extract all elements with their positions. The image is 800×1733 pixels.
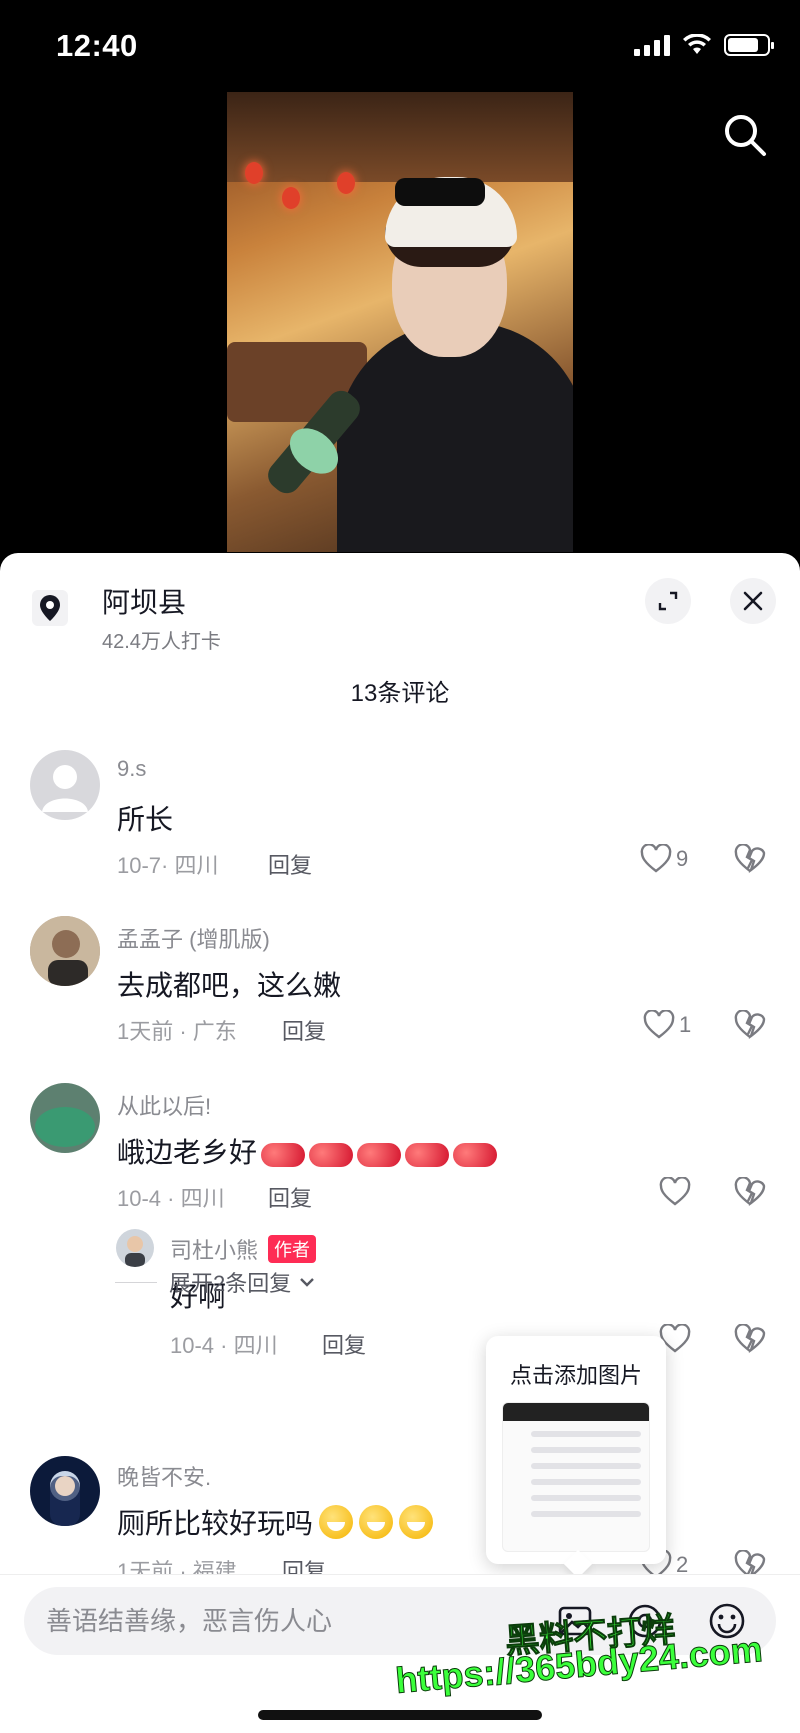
reply-button[interactable]: 回复 (268, 1181, 312, 1213)
comment-meta: 10-4 · 四川 (117, 1186, 225, 1211)
wifi-icon (683, 34, 711, 54)
comment-username[interactable]: 晚皆不安. (117, 1460, 211, 1492)
comment-meta: 10-7· 四川 (117, 853, 219, 878)
popup-preview-thumbnail (502, 1402, 650, 1552)
comment-username[interactable]: 9.s (117, 756, 146, 782)
thumbnail-row (531, 1511, 641, 1517)
reply-button[interactable]: 回复 (268, 848, 312, 880)
location-title[interactable]: 阿坝县 (102, 581, 186, 621)
video-ceiling (227, 92, 573, 182)
close-icon (743, 591, 763, 611)
like-button[interactable]: 1 (643, 1010, 691, 1040)
laughing-emoji-icon (359, 1505, 394, 1539)
status-icons (634, 34, 774, 56)
like-button[interactable] (659, 1177, 691, 1207)
comment-username[interactable]: 从此以后! (117, 1089, 211, 1121)
dislike-icon[interactable] (734, 1010, 766, 1040)
comment-input[interactable] (46, 1587, 526, 1655)
dislike-icon[interactable] (734, 1324, 766, 1354)
comment-text-content: 峨边老乡好 (117, 1137, 258, 1168)
emoji-666-icon (453, 1142, 498, 1167)
avatar[interactable] (30, 916, 100, 986)
reply-button[interactable]: 回复 (282, 1014, 326, 1046)
avatar[interactable] (30, 1083, 100, 1153)
avatar[interactable] (116, 1229, 154, 1267)
video-person-glasses (395, 178, 485, 206)
home-indicator[interactable] (258, 1710, 542, 1720)
signal-icon (634, 34, 670, 56)
laughing-emoji-icon (319, 1505, 354, 1539)
location-pin-icon (32, 590, 68, 626)
close-button[interactable] (730, 578, 776, 624)
thumbnail-row (531, 1447, 641, 1453)
heart-icon (643, 1010, 675, 1039)
thumbnail-row (531, 1431, 641, 1437)
emoji-icon[interactable] (708, 1602, 746, 1640)
expand-replies-button[interactable]: 展开2条回复 (115, 1266, 317, 1298)
comment-count: 13条评论 (350, 680, 450, 707)
expand-replies-label: 展开2条回复 (169, 1271, 292, 1296)
thumbnail-video-strip (503, 1403, 649, 1421)
comment-text: 所长 (117, 804, 174, 835)
add-image-popup[interactable]: 点击添加图片 (486, 1336, 666, 1564)
like-count: 9 (676, 846, 689, 871)
like-count: 1 (679, 1012, 692, 1037)
battery-icon (724, 34, 774, 56)
video-player[interactable] (227, 92, 573, 552)
heart-icon (640, 844, 672, 873)
like-button[interactable]: 9 (640, 844, 688, 874)
popup-title: 点击添加图片 (509, 1363, 642, 1388)
emoji-666-icon (261, 1142, 306, 1167)
reply-username-text: 司杜小熊 (170, 1238, 259, 1263)
thumbnail-row (531, 1495, 641, 1501)
emoji-666-icon (309, 1142, 354, 1167)
comment-text: 去成都吧，这么嫩 (117, 970, 342, 1001)
comment-input-wrapper (24, 1587, 776, 1655)
comment-text-content: 厕所比较好玩吗 (117, 1508, 314, 1539)
search-icon[interactable] (720, 110, 770, 160)
reply-meta: 10-4 · 四川 (170, 1333, 278, 1358)
expand-button[interactable] (645, 578, 691, 624)
status-bar: 12:40 (0, 0, 800, 95)
author-badge: 作者 (268, 1235, 317, 1263)
reply-username[interactable]: 司杜小熊 作者 (170, 1233, 317, 1265)
avatar[interactable] (30, 750, 100, 820)
image-icon[interactable] (556, 1602, 594, 1640)
reply-button[interactable]: 回复 (322, 1328, 366, 1360)
lantern (245, 162, 263, 184)
lantern (337, 172, 355, 194)
emoji-666-icon (357, 1142, 402, 1167)
mention-icon[interactable] (626, 1602, 664, 1640)
dislike-icon[interactable] (734, 1177, 766, 1207)
comment-username[interactable]: 孟孟子 (增肌版) (117, 922, 270, 954)
heart-icon (659, 1177, 691, 1206)
avatar[interactable] (30, 1456, 100, 1526)
comment-text: 厕所比较好玩吗 (117, 1502, 434, 1542)
dislike-icon[interactable] (734, 844, 766, 874)
chevron-down-icon (300, 1278, 315, 1287)
comment-text: 峨边老乡好 (117, 1131, 498, 1171)
status-time: 12:40 (56, 28, 138, 63)
thumbnail-row (531, 1479, 641, 1485)
comment-meta: 1天前 · 广东 (117, 1019, 237, 1044)
emoji-666-icon (405, 1142, 450, 1167)
expand-icon (658, 591, 678, 611)
expand-divider (115, 1281, 157, 1283)
laughing-emoji-icon (399, 1505, 434, 1539)
thumbnail-row (531, 1463, 641, 1469)
location-checkins: 42.4万人打卡 (102, 631, 221, 653)
lantern (282, 187, 300, 209)
